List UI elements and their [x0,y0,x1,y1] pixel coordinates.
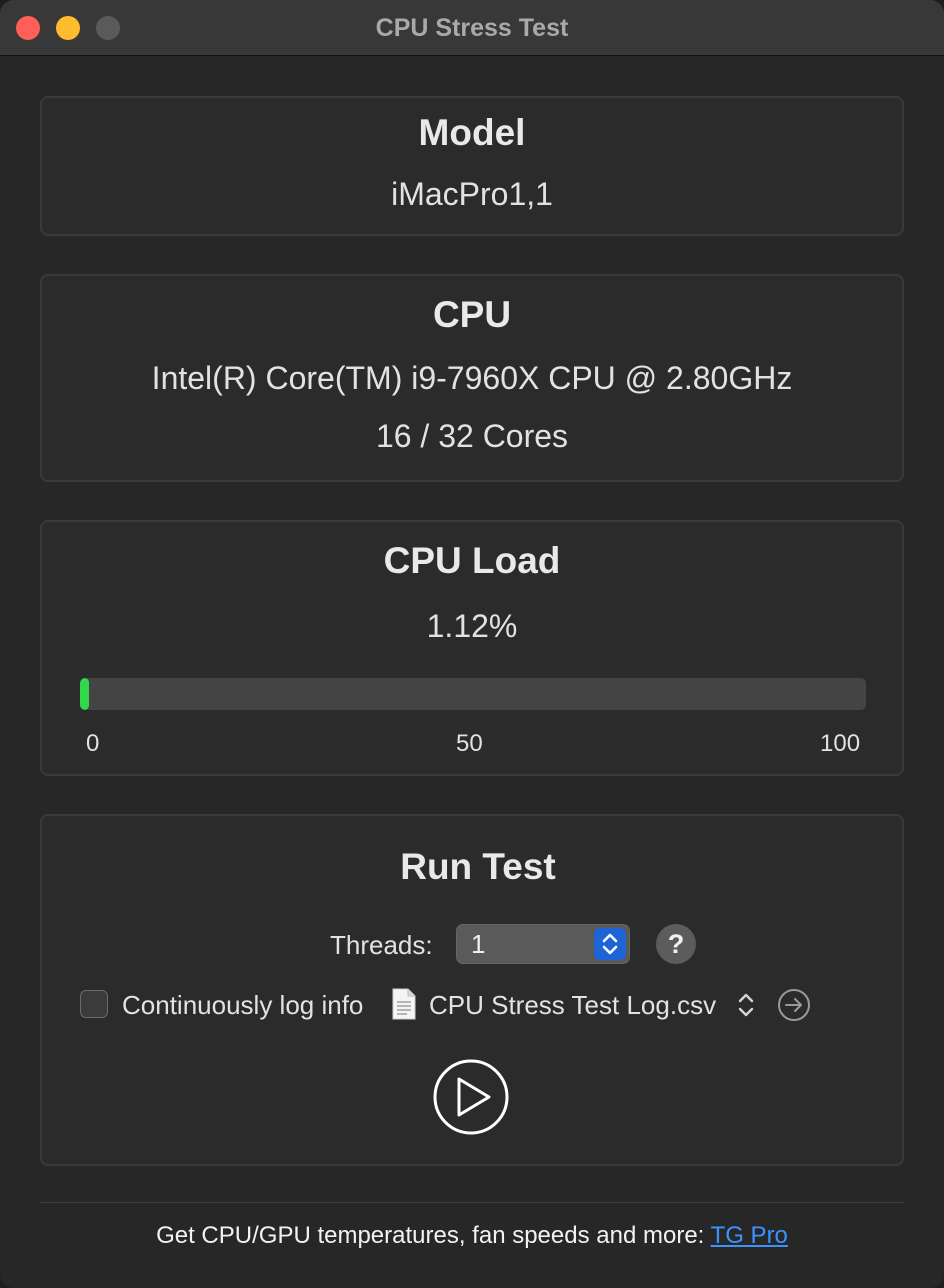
threads-stepper[interactable]: 1 [456,924,630,964]
tg-pro-link[interactable]: TG Pro [711,1222,788,1249]
cpu-heading: CPU [432,294,512,335]
threads-stepper-arrows[interactable] [594,928,626,960]
continuous-log-checkbox[interactable] [80,990,108,1018]
scale-label-mid: 50 [456,730,483,757]
run-test-panel: Run Test Threads: 1 ? Continuously log i… [40,814,904,1166]
footer-divider [40,1202,904,1203]
run-test-heading: Run Test [400,846,556,887]
continuous-log-label[interactable]: Continuously log info [122,990,363,1021]
model-heading: Model [418,112,526,153]
log-file-popup[interactable]: CPU Stress Test Log.csv [429,990,716,1021]
window-title: CPU Stress Test [375,14,569,42]
reveal-in-finder-arrow-icon[interactable] [777,988,811,1022]
cpu-panel: CPU Intel(R) Core(TM) i9-7960X CPU @ 2.8… [40,274,904,482]
up-down-chevron-icon [602,933,618,955]
help-button[interactable]: ? [656,924,696,964]
cpu-load-value: 1.12% [426,608,518,644]
cpu-name: Intel(R) Core(TM) i9-7960X CPU @ 2.80GHz [151,360,793,396]
scale-label-min: 0 [86,730,100,757]
threads-value: 1 [471,929,486,959]
cpu-load-heading: CPU Load [383,540,561,581]
scale-label-max: 100 [820,730,861,757]
threads-label: Threads: [330,930,433,960]
app-window: CPU Stress Test Model iMacPro1,1 CPU Int… [0,0,944,1288]
model-panel: Model iMacPro1,1 [40,96,904,236]
footer-text: Get CPU/GPU temperatures, fan speeds and… [156,1222,705,1249]
cpu-load-progress-bar [80,678,866,710]
model-value: iMacPro1,1 [391,176,553,212]
title-bar: CPU Stress Test [0,0,944,56]
cpu-cores: 16 / 32 Cores [375,418,569,454]
cpu-load-panel: CPU Load 1.12% 0 50 100 [40,520,904,776]
file-popup-chevron-icon[interactable] [736,991,756,1019]
document-icon [392,988,416,1020]
start-test-play-button[interactable] [432,1058,510,1136]
footer: Get CPU/GPU temperatures, fan speeds and… [0,1222,944,1250]
cpu-load-progress-fill [80,678,89,710]
